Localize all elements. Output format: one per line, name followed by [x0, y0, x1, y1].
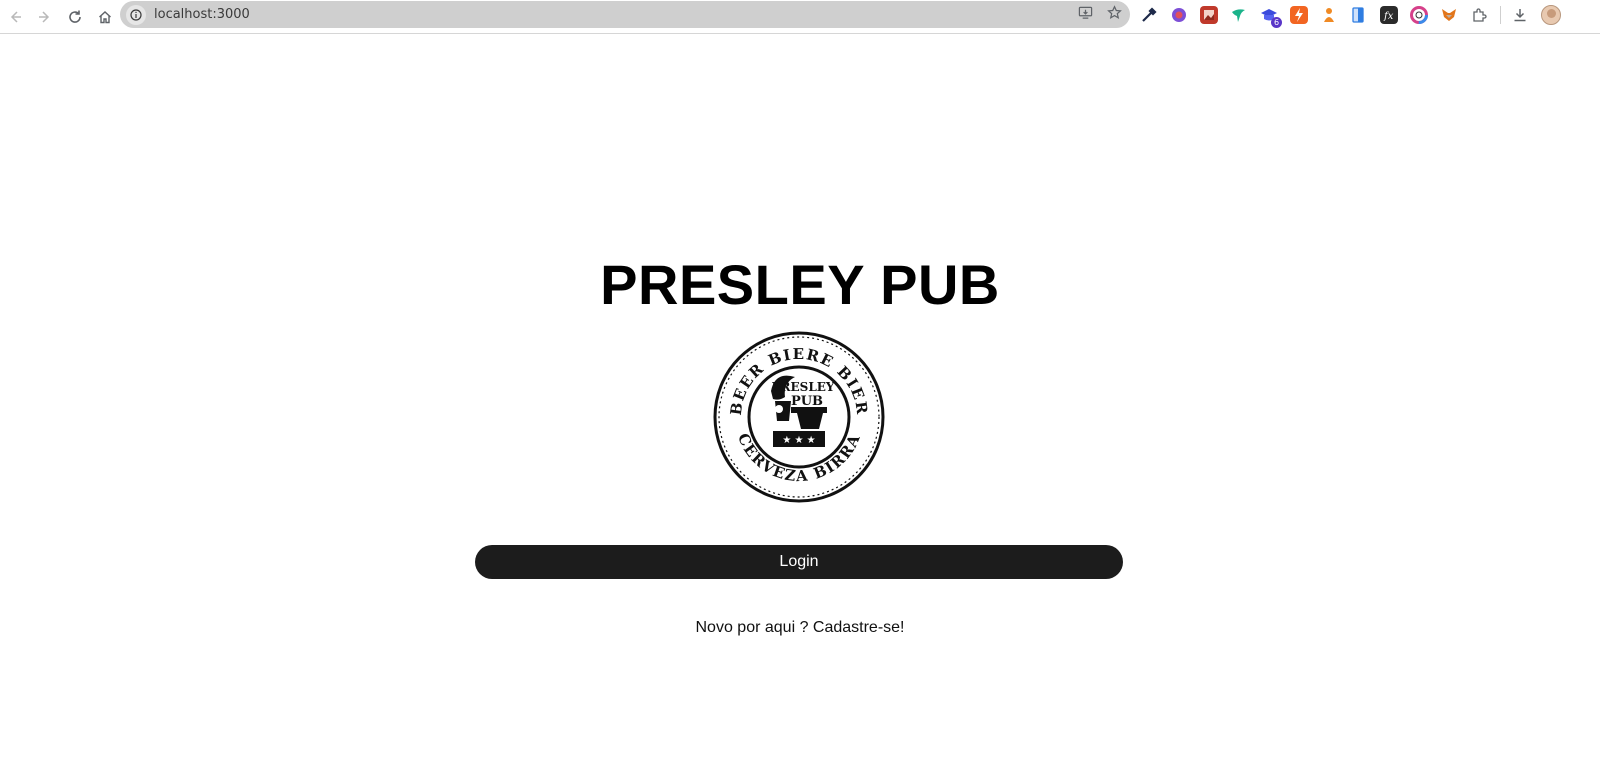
orange-bolt-extension-icon[interactable] [1290, 6, 1308, 24]
address-bar[interactable]: localhost:3000 [120, 1, 1130, 28]
signup-link[interactable]: Novo por aqui ? Cadastre-se! [696, 619, 905, 636]
orange-figure-extension-icon[interactable] [1320, 6, 1338, 24]
forward-icon[interactable] [30, 3, 60, 31]
back-icon[interactable] [0, 3, 30, 31]
profile-avatar[interactable] [1541, 5, 1561, 25]
red-image-extension-icon[interactable] [1200, 6, 1218, 24]
eyedropper-extension-icon[interactable] [1140, 6, 1158, 24]
color-wheel-extension-icon[interactable] [1410, 6, 1428, 24]
reload-icon[interactable] [60, 3, 90, 31]
green-bird-extension-icon[interactable] [1230, 6, 1248, 24]
graduation-cap-extension-icon[interactable]: 6 [1260, 6, 1282, 28]
home-icon[interactable] [90, 3, 120, 31]
page-title: PRESLEY PUB [600, 253, 1000, 316]
bookmark-star-icon[interactable] [1107, 4, 1122, 25]
login-page: PRESLEY PUB BEER BIERE BIER CERVEZA BIRR… [0, 34, 1600, 768]
toolbar-divider [1500, 6, 1501, 24]
dark-fx-extension-icon[interactable]: fx [1380, 6, 1398, 24]
fox-extension-icon[interactable] [1440, 6, 1458, 24]
extension-badge: 6 [1271, 17, 1282, 28]
download-icon[interactable] [1511, 6, 1529, 24]
blue-doc-extension-icon[interactable] [1350, 6, 1368, 24]
site-info-icon[interactable] [126, 4, 146, 25]
url-text[interactable]: localhost:3000 [154, 7, 250, 22]
logo-center-line2: PUB [791, 394, 823, 409]
login-button[interactable]: Login [475, 545, 1123, 579]
signup-prompt: Novo por aqui ? Cadastre-se! [0, 619, 1600, 637]
extensions-puzzle-icon[interactable] [1470, 6, 1488, 24]
install-app-icon[interactable] [1078, 5, 1093, 25]
logo-center-line1: PRESLEY [772, 380, 835, 394]
logo-stars: ★ ★ ★ [782, 435, 815, 446]
extensions-bar: 6 fx [1140, 3, 1561, 28]
svg-text:fx: fx [1383, 11, 1394, 22]
purple-orb-extension-icon[interactable] [1170, 6, 1188, 24]
browser-toolbar: localhost:3000 6 fx [0, 0, 1600, 34]
presley-pub-logo: BEER BIERE BIER CERVEZA BIRRA ★ ★ ★ PRES… [713, 331, 885, 503]
